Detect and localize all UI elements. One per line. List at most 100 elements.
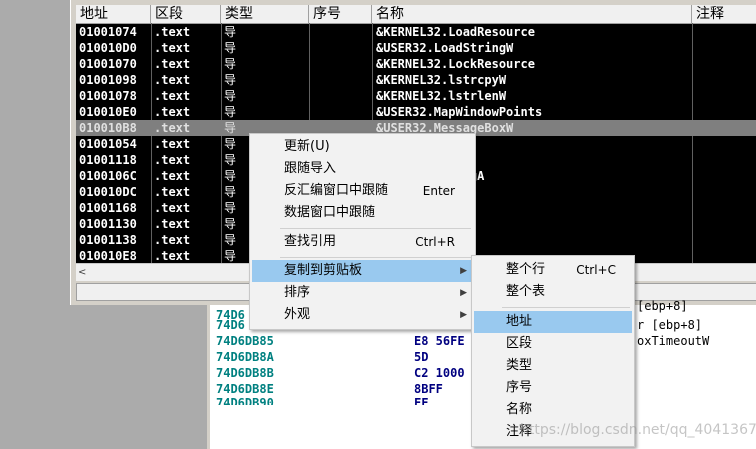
cell-comment <box>696 200 756 216</box>
column-header-ordinal[interactable]: 序号 <box>309 5 372 23</box>
cell-comment <box>696 136 756 152</box>
cell-comment <box>696 216 756 232</box>
cell-ordinal <box>312 72 370 88</box>
cell-section: .text <box>154 73 191 87</box>
submenu-item-whole-line[interactable]: 整个行 Ctrl+C <box>474 259 632 281</box>
menu-item-label: 更新(U) <box>284 139 330 154</box>
disasm-address: 74D6DB85 <box>216 334 274 348</box>
menu-item-label: 整个表 <box>506 284 546 299</box>
table-row[interactable]: 01001070 .text 导 &KERNEL32.LockResource <box>76 56 756 72</box>
cell-name: &KERNEL32.lstrcpyW <box>376 73 507 87</box>
menu-separator <box>280 228 471 229</box>
menu-item-label: 地址 <box>506 314 533 329</box>
cell-address: 01001098 <box>79 73 137 87</box>
disasm-address: 74D6DB90 <box>216 396 274 405</box>
cell-address: 010010B8 <box>79 121 137 135</box>
submenu-arrow-icon: ▶ <box>460 288 467 298</box>
cell-address: 01001054 <box>79 137 137 151</box>
column-header-name[interactable]: 名称 <box>372 5 692 23</box>
table-row[interactable]: 01001098 .text 导 &KERNEL32.lstrcpyW <box>76 72 756 88</box>
menu-item-sort[interactable]: 排序 ▶ <box>252 282 473 304</box>
column-header-type[interactable]: 类型 <box>221 5 309 23</box>
cell-section: .text <box>154 233 191 247</box>
cell-name: &KERNEL32.lstrlenW <box>376 89 507 103</box>
cell-type: 导 <box>224 25 237 39</box>
cell-comment <box>696 168 756 184</box>
cell-type: 导 <box>224 73 237 87</box>
cell-section: .text <box>154 185 191 199</box>
context-menu: 更新(U) 跟随导入 反汇编窗口中跟随 Enter 数据窗口中跟随 查找引用 C… <box>249 133 476 330</box>
menu-item-copy-to-clipboard[interactable]: 复制到剪贴板 ▶ <box>252 260 473 282</box>
cell-ordinal <box>312 56 370 72</box>
cell-address: 010010E0 <box>79 105 137 119</box>
cell-section: .text <box>154 121 191 135</box>
menu-item-follow-import[interactable]: 跟随导入 <box>252 158 473 180</box>
cell-address: 010010D0 <box>79 41 137 55</box>
table-row[interactable]: 01001078 .text 导 &KERNEL32.lstrlenW <box>76 88 756 104</box>
menu-item-label: 名称 <box>506 402 533 417</box>
disasm-comment: oxTimeoutW <box>637 334 710 348</box>
menu-item-appearance[interactable]: 外观 ▶ <box>252 304 473 326</box>
submenu-item-section[interactable]: 区段 <box>474 333 632 355</box>
disasm-address: 74D6 <box>216 318 245 332</box>
column-header-comment[interactable]: 注释 <box>692 5 756 23</box>
menu-item-label: 查找引用 <box>284 234 337 249</box>
cell-section: .text <box>154 25 191 39</box>
cell-address: 0100106C <box>79 169 137 183</box>
scroll-left-icon[interactable]: < <box>78 264 86 281</box>
menu-item-label: 排序 <box>284 285 311 300</box>
cell-type: 导 <box>224 57 237 71</box>
menu-separator <box>502 307 630 308</box>
disasm-bytes: E8 56FE <box>414 334 465 348</box>
cell-section: .text <box>154 137 191 151</box>
cell-ordinal <box>312 88 370 104</box>
menu-item-refresh[interactable]: 更新(U) <box>252 136 473 158</box>
menu-item-label: 数据窗口中跟随 <box>284 205 376 220</box>
menu-item-follow-in-disassembler[interactable]: 反汇编窗口中跟随 Enter <box>252 180 473 202</box>
column-header-section[interactable]: 区段 <box>151 5 221 23</box>
cell-section: .text <box>154 41 191 55</box>
watermark: https://blog.csdn.net/qq_40413670 <box>520 422 756 438</box>
cell-type: 导 <box>224 89 237 103</box>
cell-address: 01001130 <box>79 217 137 231</box>
cell-comment <box>696 232 756 248</box>
cell-section: .text <box>154 249 191 263</box>
submenu-item-ordinal[interactable]: 序号 <box>474 377 632 399</box>
submenu-item-whole-table[interactable]: 整个表 <box>474 281 632 303</box>
cell-address: 01001118 <box>79 153 137 167</box>
cell-address: 01001074 <box>79 25 137 39</box>
disasm-bytes: FF <box>414 396 429 405</box>
submenu-arrow-icon: ▶ <box>460 310 467 320</box>
menu-item-shortcut: Enter <box>422 184 455 198</box>
table-row[interactable]: 010010D0 .text 导 &USER32.LoadStringW <box>76 40 756 56</box>
cell-address: 010010E8 <box>79 249 137 263</box>
cell-name: &USER32.MapWindowPoints <box>376 105 543 119</box>
menu-item-label: 区段 <box>506 336 533 351</box>
submenu-item-type[interactable]: 类型 <box>474 355 632 377</box>
cell-section: .text <box>154 89 191 103</box>
menu-item-find-references[interactable]: 查找引用 Ctrl+R <box>252 231 473 253</box>
cell-comment <box>696 72 756 88</box>
cell-comment <box>696 248 756 263</box>
cell-name: &KERNEL32.LockResource <box>376 57 535 71</box>
table-header: 地址 区段 类型 序号 名称 注释 <box>76 5 756 24</box>
cell-name: &KERNEL32.LoadResource <box>376 25 535 39</box>
cell-address: 01001138 <box>79 233 137 247</box>
submenu-item-address[interactable]: 地址 <box>474 311 632 333</box>
cell-section: .text <box>154 153 191 167</box>
menu-item-follow-in-dump[interactable]: 数据窗口中跟随 <box>252 202 473 224</box>
cell-comment <box>696 120 756 136</box>
table-row[interactable]: 010010E0 .text 导 &USER32.MapWindowPoints <box>76 104 756 120</box>
menu-item-shortcut: Ctrl+R <box>415 235 455 249</box>
column-header-address[interactable]: 地址 <box>76 5 151 23</box>
disasm-comment: r [ebp+8] <box>637 318 703 332</box>
cell-comment <box>696 104 756 120</box>
submenu-item-name[interactable]: 名称 <box>474 399 632 421</box>
cell-section: .text <box>154 57 191 71</box>
disasm-comment: [ebp+8] <box>637 299 688 313</box>
cell-comment <box>696 88 756 104</box>
cell-ordinal <box>312 40 370 56</box>
table-row[interactable]: 01001074 .text 导 &KERNEL32.LoadResource <box>76 24 756 40</box>
disasm-address: 74D6DB8B <box>216 366 274 380</box>
cell-address: 010010DC <box>79 185 137 199</box>
